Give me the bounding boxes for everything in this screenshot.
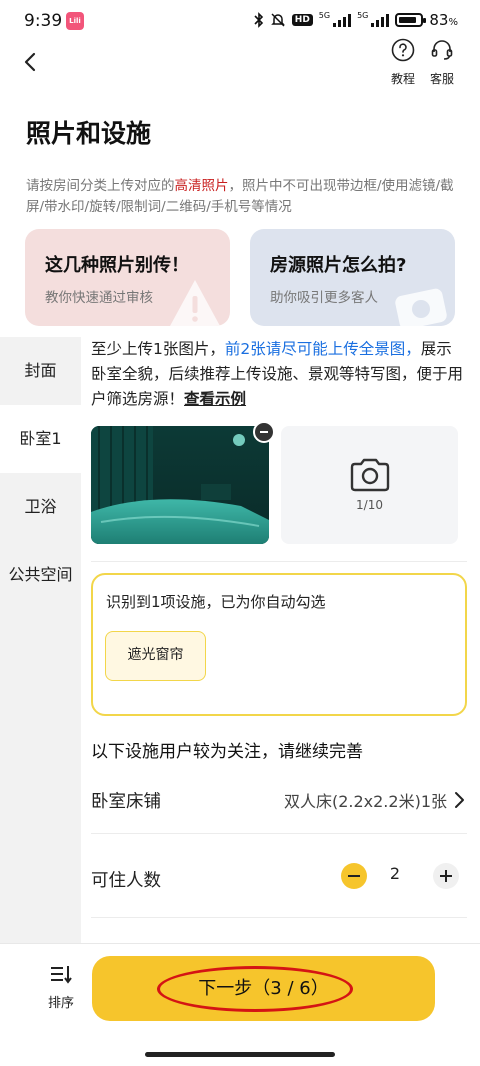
status-icons: HD 5G 5G 83% bbox=[254, 11, 458, 29]
battery-level bbox=[399, 17, 416, 23]
bed-value: 双人床(2.2x2.2米)1张 bbox=[283, 792, 447, 811]
home-indicator[interactable] bbox=[145, 1052, 335, 1057]
tutorial-label: 教程 bbox=[390, 72, 415, 86]
signal-icon-1 bbox=[333, 13, 352, 27]
signal-icon-2 bbox=[371, 13, 390, 27]
guests-label: 可住人数 bbox=[91, 871, 161, 891]
help-icon bbox=[391, 38, 415, 62]
network-type-2: 5G bbox=[357, 11, 369, 20]
warning-icon bbox=[170, 280, 220, 326]
facility-chip-blackout-curtain[interactable]: 遮光窗帘 bbox=[105, 631, 206, 681]
bottom-action-bar: 排序 下一步（3 / 6） bbox=[0, 943, 480, 1066]
divider bbox=[91, 561, 467, 562]
sort-button[interactable]: 排序 bbox=[40, 964, 82, 1011]
tip-card-how-to-shoot[interactable]: 房源照片怎么拍? 助你吸引更多客人 bbox=[250, 229, 455, 326]
camera-deco-icon bbox=[395, 288, 447, 326]
notice-highlight: 高清照片 bbox=[174, 178, 229, 194]
upload-count: 1/10 bbox=[356, 498, 383, 512]
panorama-hint: 前2张请尽可能上传全景图， bbox=[224, 340, 421, 358]
headset-icon bbox=[431, 40, 453, 60]
status-time: 9:39 bbox=[24, 11, 63, 31]
bedroom-content: 至少上传1张图片，前2张请尽可能上传全景图，展示卧室全貌，后续推荐上传设施、景观… bbox=[81, 337, 480, 943]
tutorial-button[interactable]: 教程 bbox=[383, 38, 423, 87]
tip-card-forbidden-photos[interactable]: 这几种照片别传！ 教你快速通过审核 bbox=[25, 229, 230, 326]
status-bar: 9:39 Lili HD 5G 5G 83% bbox=[0, 0, 480, 42]
guest-count-row: 可住人数 2 bbox=[91, 859, 467, 899]
remove-photo-button[interactable] bbox=[253, 421, 275, 443]
detect-message: 识别到1项设施，已为你自动勾选 bbox=[106, 593, 326, 611]
battery-icon bbox=[395, 13, 427, 27]
plus-icon[interactable] bbox=[433, 863, 459, 889]
camera-icon bbox=[350, 458, 389, 492]
sort-label: 排序 bbox=[47, 996, 74, 1011]
bed-label: 卧室床铺 bbox=[91, 792, 161, 812]
network-type-1: 5G bbox=[318, 11, 331, 20]
app-notification-icon: Lili bbox=[66, 12, 84, 30]
bedroom-photo-image bbox=[91, 426, 269, 544]
uploaded-photo-thumbnail[interactable] bbox=[91, 426, 269, 544]
section-title: 以下设施用户较为关注，请继续完善 bbox=[91, 742, 363, 762]
page-title: 照片和设施 bbox=[26, 119, 152, 148]
next-step-button[interactable]: 下一步（3 / 6） bbox=[92, 956, 435, 1021]
add-photo-button[interactable]: 1/10 bbox=[281, 426, 458, 544]
customer-service-button[interactable]: 客服 bbox=[422, 38, 462, 87]
detected-facility-box: 识别到1项设施，已为你自动勾选 遮光窗帘 bbox=[91, 573, 467, 716]
tab-bedroom-1[interactable]: 卧室1 bbox=[0, 405, 81, 473]
tab-cover[interactable]: 封面 bbox=[0, 337, 81, 405]
room-category-sidebar: 封面 卧室1 卫浴 公共空间 bbox=[0, 337, 81, 943]
chevron-right-icon bbox=[455, 792, 464, 808]
hd-badge: HD bbox=[291, 14, 313, 26]
back-arrow-icon[interactable] bbox=[18, 48, 46, 76]
sort-icon bbox=[51, 966, 72, 984]
guests-value: 2 bbox=[389, 864, 401, 883]
minus-icon[interactable] bbox=[341, 863, 367, 889]
divider bbox=[91, 917, 467, 918]
tab-bathroom[interactable]: 卫浴 bbox=[0, 473, 81, 541]
bed-setting-row[interactable]: 卧室床铺 双人床(2.2x2.2米)1张 bbox=[91, 780, 467, 820]
divider bbox=[91, 833, 467, 834]
battery-percent: 83% bbox=[429, 11, 458, 29]
upload-instructions: 至少上传1张图片，前2张请尽可能上传全景图，展示卧室全貌，后续推荐上传设施、景观… bbox=[91, 340, 464, 408]
upload-notice: 请按房间分类上传对应的高清照片，照片中不可出现带边框/使用滤镜/截屏/带水印/旋… bbox=[26, 178, 454, 215]
tab-public-space[interactable]: 公共空间 bbox=[0, 541, 81, 609]
bluetooth-icon bbox=[254, 12, 263, 28]
view-example-link[interactable]: 查看示例 bbox=[184, 390, 246, 408]
service-label: 客服 bbox=[429, 72, 454, 86]
mute-bell-icon bbox=[270, 13, 285, 27]
